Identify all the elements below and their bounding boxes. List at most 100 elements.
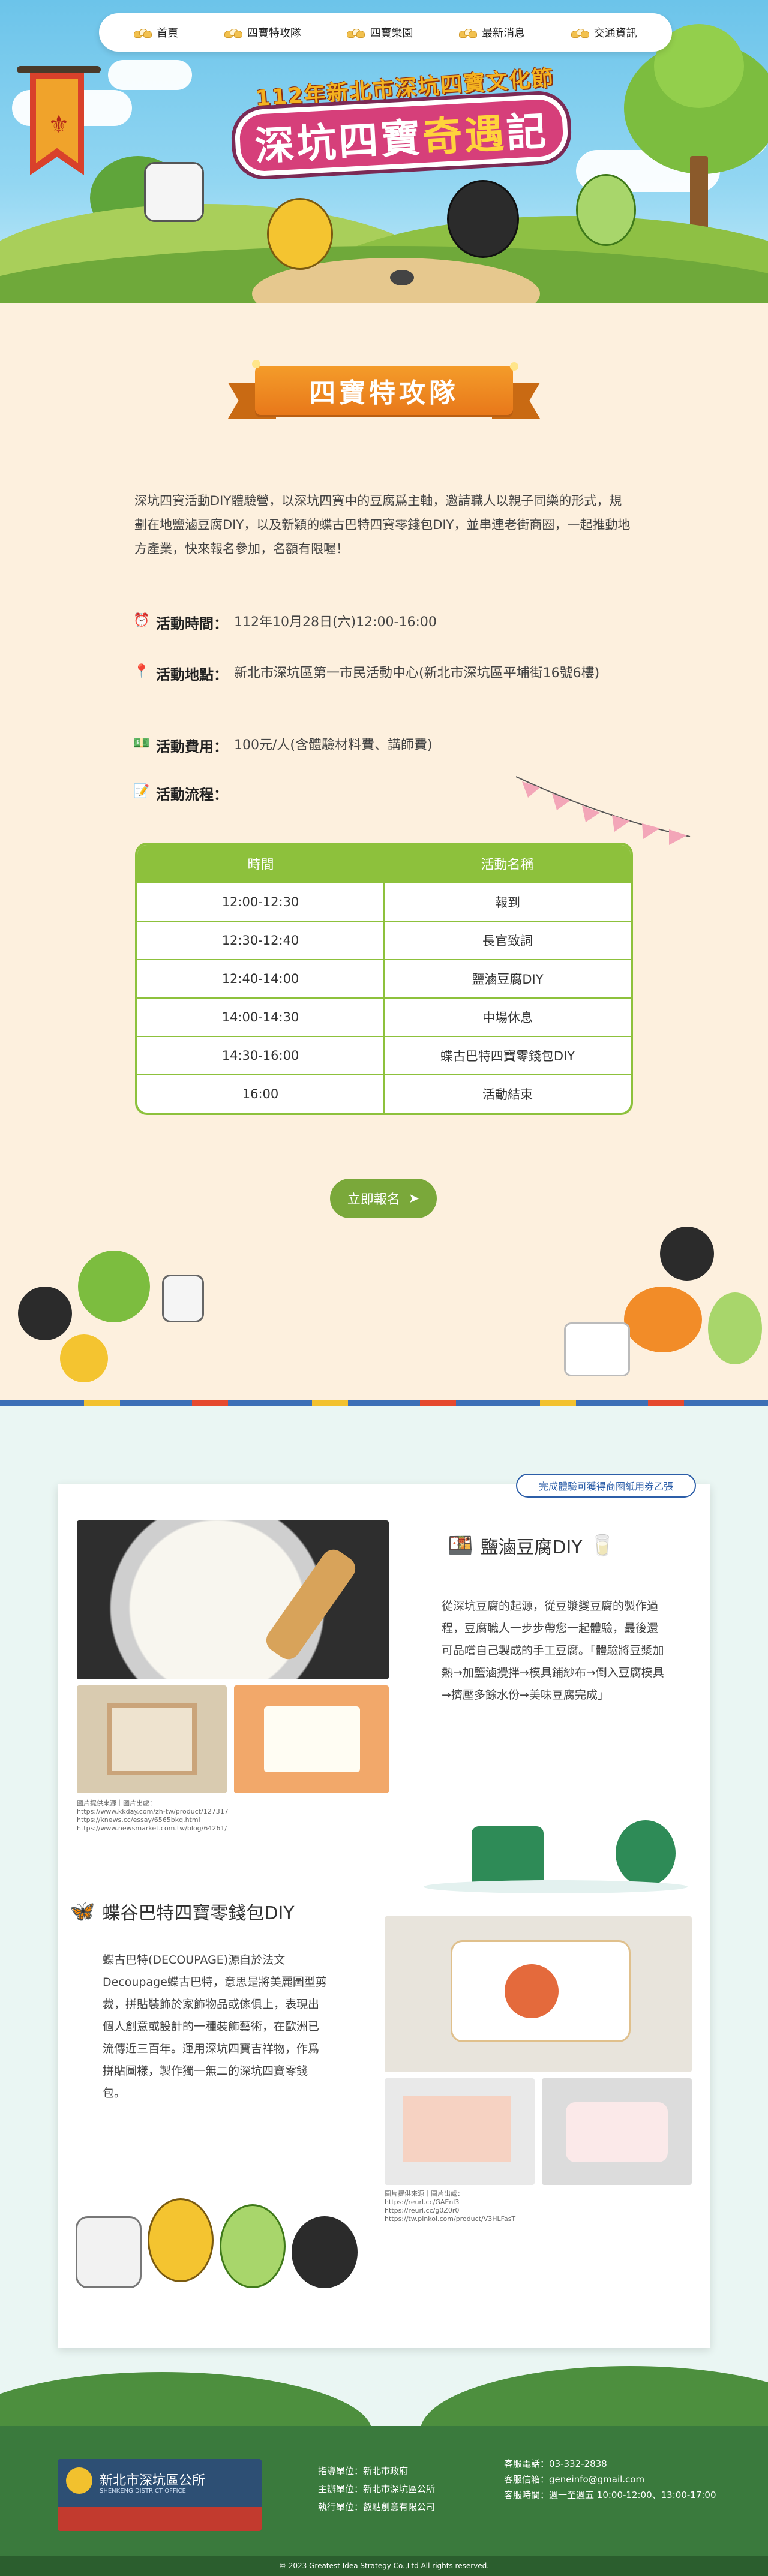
alarm-clock-icon: ⏰	[133, 612, 150, 628]
tofu-diy-text: 從深坑豆腐的起源，從豆漿變豆腐的製作過程，豆腐職人一步步帶您一起體驗，最後還可品…	[442, 1600, 664, 1702]
credit-line: https://reurl.cc/g0Z0r0	[385, 2207, 460, 2214]
tofu-mascot	[144, 162, 204, 222]
cell-activity: 蝶古巴特四寶零錢包DIY	[440, 1049, 575, 1063]
contact-hours: 客服時間：週一至週五 10:00-12:00、13:00-17:00	[504, 2490, 716, 2500]
credit-line: https://reurl.cc/GAEnl3	[385, 2198, 460, 2206]
info-label: 活動地點：	[156, 666, 228, 683]
milk-jug-icon: 🥛	[589, 1534, 615, 1558]
info-place: 📍 活動地點： 新北市深坑區第一市民活動中心(新北市深坑區平埔街16號6樓)	[133, 663, 606, 684]
nav-label: 四寶樂園	[370, 27, 413, 40]
tofu-block-photo	[234, 1685, 389, 1793]
diy-card: 圖片提供來源｜圖片出處： https://www.kkday.com/zh-tw…	[58, 1484, 710, 2348]
mascot-group-illustration	[76, 2192, 358, 2330]
exec-value: 叡點創意有限公司	[363, 2502, 436, 2512]
pig-small-icon	[390, 270, 414, 285]
table-row: 12:40-14:00 鹽滷豆腐DIY	[137, 959, 631, 997]
guide-label: 指導單位：	[318, 2466, 364, 2476]
bun-icon	[224, 27, 242, 38]
bunting-flags	[516, 776, 691, 845]
info-flow: 📝 活動流程：	[133, 783, 228, 804]
cell-activity: 報到	[495, 895, 520, 910]
nav-item-traffic[interactable]: 交通資訊	[571, 25, 637, 40]
cell-time: 12:00-12:30	[137, 883, 385, 921]
bun-icon	[459, 27, 478, 38]
table-row: 14:00-14:30 中場休息	[137, 997, 631, 1036]
cell-activity: 鹽滷豆腐DIY	[472, 972, 544, 987]
coupon-tag: 完成體驗可獲得商圈紙用券乙張	[516, 1474, 696, 1498]
decoupage-diy-title: 🦋 蝶谷巴特四寶零錢包DIY	[70, 1898, 295, 1925]
signup-button[interactable]: 立即報名 ➤	[330, 1179, 437, 1218]
ribbon-title: 四寶特攻隊	[255, 366, 513, 415]
info-label: 活動流程：	[156, 786, 228, 803]
cell-time: 12:30-12:40	[137, 922, 385, 959]
right-illustration	[552, 1203, 768, 1394]
logo-subtitle: SHENKENG DISTRICT OFFICE	[100, 2488, 186, 2494]
pouch-photo	[385, 1916, 692, 2072]
credit-line: https://knews.cc/essay/6565bkq.html	[77, 1816, 200, 1824]
squad-section: 四寶特攻隊 深坑四寶活動DIY體驗營，以深坑四寶中的豆腐爲主軸，邀請職人以親子同…	[0, 303, 768, 1400]
cell-time: 14:00-14:30	[137, 999, 385, 1036]
table-row: 12:00-12:30 報到	[137, 882, 631, 921]
cell-time: 12:40-14:00	[137, 960, 385, 997]
district-office-logo[interactable]: 新北市深坑區公所 SHENKENG DISTRICT OFFICE	[58, 2459, 262, 2531]
decoupage-diy-text: 蝶古巴特(DECOUPAGE)源自於法文Decoupage蝶古巴特，意思是將美麗…	[103, 1953, 327, 2100]
contact-email[interactable]: 客服信箱：geneinfo@gmail.com	[504, 2472, 720, 2487]
exec-label: 執行單位：	[318, 2502, 364, 2512]
decoupage-process-photo	[385, 2078, 535, 2185]
sparkle-icon	[510, 362, 518, 371]
divider-stripe	[0, 1400, 768, 1406]
feature-title: 鹽滷豆腐DIY	[480, 1537, 583, 1558]
location-pin-icon: 📍	[133, 663, 150, 679]
logo-title: 新北市深坑區公所	[100, 2473, 206, 2488]
nav-label: 四寶特攻隊	[247, 27, 301, 40]
info-value: 新北市深坑區第一市民活動中心(新北市深坑區平埔街16號6樓)	[234, 666, 600, 681]
organizer-info: 指導單位：新北市政府 主辦單位：新北市深坑區公所 執行單位：叡點創意有限公司	[318, 2462, 435, 2516]
tofu-icon: 🍱	[448, 1534, 473, 1558]
fleur-de-lis-icon: ⚜	[48, 111, 70, 139]
intro-text: 深坑四寶活動DIY體驗營，以深坑四寶中的豆腐爲主軸，邀請職人以親子同樂的形式，規…	[134, 494, 631, 556]
info-fee: 💵 活動費用： 100元/人(含體驗材料費、講師費)	[133, 735, 433, 756]
title-part: 深坑四寶	[253, 114, 424, 170]
bun-icon	[134, 27, 152, 38]
table-row: 16:00 活動結束	[137, 1074, 631, 1113]
decoupage-photo-credit: 圖片提供來源｜圖片出處： https://reurl.cc/GAEnl3 htt…	[385, 2190, 565, 2223]
title-accent: 奇遇	[421, 110, 508, 161]
tofu-mold-photo	[77, 1685, 227, 1793]
cash-icon: 💵	[133, 735, 150, 751]
pig-mascot	[447, 180, 519, 258]
nav-label: 交通資訊	[593, 27, 637, 40]
butterfly-icon: 🦋	[70, 1899, 95, 1923]
site-footer: 新北市深坑區公所 SHENKENG DISTRICT OFFICE 指導單位：新…	[0, 2426, 768, 2576]
credit-line: 圖片提供來源｜圖片出處：	[77, 1799, 156, 1807]
table-row: 14:30-16:00 蝶古巴特四寶零錢包DIY	[137, 1036, 631, 1074]
tofu-photo-credit: 圖片提供來源｜圖片出處： https://www.kkday.com/zh-tw…	[77, 1799, 317, 1833]
copyright-bar: © 2023 Greatest Idea Strategy Co.,Ltd Al…	[0, 2556, 768, 2576]
signup-label: 立即報名	[347, 1192, 400, 1207]
table-header: 時間 活動名稱	[137, 845, 631, 882]
credit-line: https://www.kkday.com/zh-tw/product/1273…	[77, 1808, 229, 1815]
credit-line: 圖片提供來源｜圖片出處：	[385, 2190, 464, 2198]
diy-section: 完成體驗可獲得商圈紙用券乙張 圖片提供來源｜圖片出處： https://www.…	[0, 1406, 768, 2498]
header-activity: 活動名稱	[481, 858, 534, 873]
nav-label: 最新消息	[482, 27, 526, 40]
nav-item-park[interactable]: 四寶樂園	[347, 25, 413, 40]
tea-mascot	[576, 174, 636, 246]
hero-banner: ⚜ 112年新北市深坑四寶文化節 深坑四寶 奇遇記 首頁 四寶特攻隊 四寶樂園 最…	[0, 0, 768, 303]
bun-icon	[347, 27, 365, 38]
copyright-text: © 2023 Greatest Idea Strategy Co.,Ltd Al…	[278, 2562, 490, 2570]
nav-item-squad[interactable]: 四寶特攻隊	[224, 25, 301, 40]
contact-phone: 客服電話：03-332-2838	[504, 2458, 607, 2469]
bamboo-mascot	[267, 198, 333, 270]
nav-item-home[interactable]: 首頁	[134, 25, 178, 40]
cell-time: 16:00	[137, 1075, 385, 1113]
info-value: 100元/人(含體驗材料費、講師費)	[234, 738, 433, 753]
left-illustration	[0, 1215, 240, 1394]
decoupage-pouch-photo	[542, 2078, 692, 2185]
info-label: 活動費用：	[156, 738, 228, 755]
cell-time: 14:30-16:00	[137, 1037, 385, 1074]
cell-activity: 長官致詞	[482, 934, 533, 948]
cell-activity: 活動結束	[482, 1087, 533, 1102]
info-label: 活動時間：	[156, 615, 228, 632]
nav-item-news[interactable]: 最新消息	[459, 25, 525, 40]
credit-line: https://www.newsmarket.com.tw/blog/64261…	[77, 1824, 227, 1832]
